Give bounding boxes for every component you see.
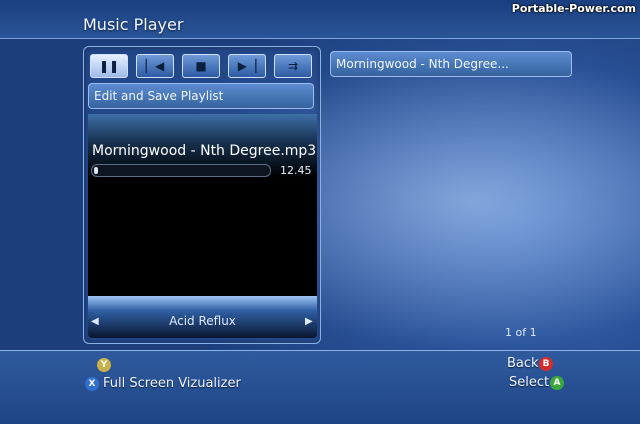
y-button-icon: Y <box>97 358 111 372</box>
next-button[interactable]: ▶▕ <box>228 54 266 78</box>
select-hint[interactable]: Select <box>509 375 549 390</box>
repeat-button[interactable]: ⇉ <box>274 54 312 78</box>
pause-icon: ❚❚ <box>98 59 120 73</box>
edit-save-playlist-button[interactable]: Edit and Save Playlist <box>88 83 314 109</box>
pause-button[interactable]: ❚❚ <box>90 54 128 78</box>
page-title: Music Player <box>83 15 184 34</box>
repeat-icon: ⇉ <box>287 59 299 73</box>
progress-bar[interactable] <box>91 164 271 177</box>
track-title: Morningwood - Nth Degree.mp3 <box>92 143 317 159</box>
stop-icon: ■ <box>195 59 207 73</box>
page-indicator: 1 of 1 <box>505 326 537 339</box>
playlist-item[interactable]: Morningwood - Nth Degree... <box>330 51 572 77</box>
fullscreen-visualizer-hint[interactable]: Full Screen Vizualizer <box>103 376 241 391</box>
x-button-icon: X <box>85 377 99 391</box>
back-hint[interactable]: Back <box>507 356 539 371</box>
watermark: Portable-Power.com <box>511 2 636 15</box>
previous-button[interactable]: ▏◀ <box>136 54 174 78</box>
track-time: 12.45 <box>280 164 312 177</box>
skip-back-icon: ▏◀ <box>145 59 165 73</box>
a-button-icon: A <box>550 376 564 390</box>
visualizer-next-icon[interactable]: ▶ <box>305 316 313 327</box>
stop-button[interactable]: ■ <box>182 54 220 78</box>
skip-forward-icon: ▶▕ <box>237 59 257 73</box>
visualizer-name[interactable]: Acid Reflux <box>88 314 317 328</box>
progress-fill <box>94 167 98 174</box>
b-button-icon: B <box>539 357 553 371</box>
